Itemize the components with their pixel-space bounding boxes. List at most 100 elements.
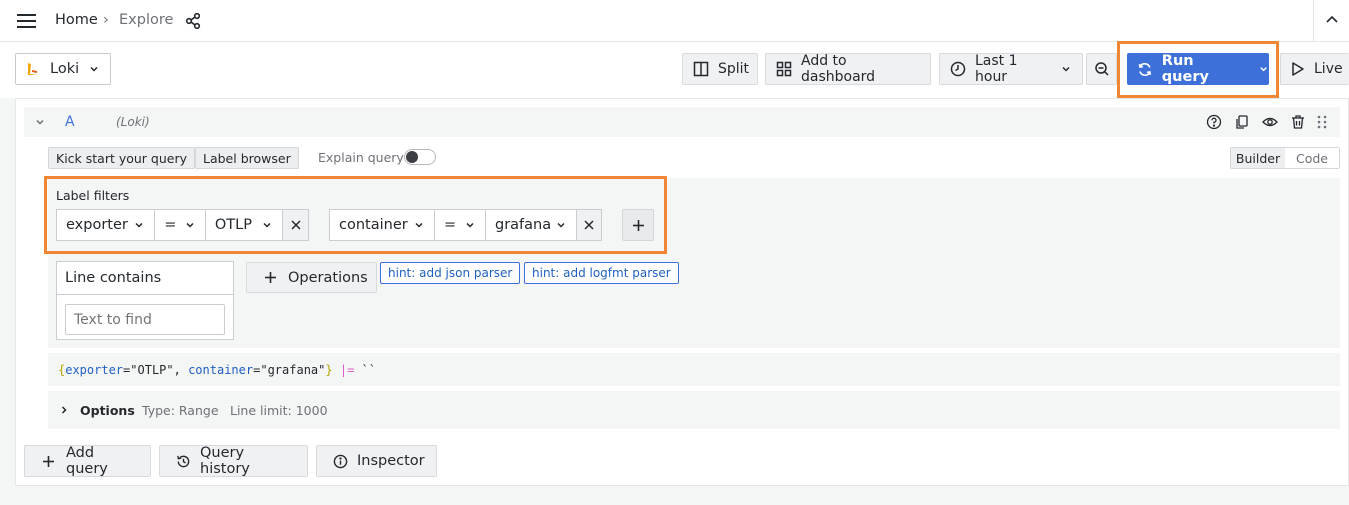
zoom-out-button[interactable] [1086, 53, 1117, 85]
run-query-button[interactable]: Run query [1127, 53, 1269, 85]
query-preview: {exporter="OTLP", container="grafana"} |… [48, 353, 1340, 386]
drag-handle-icon[interactable] [1316, 114, 1328, 130]
split-icon [693, 61, 709, 77]
code-brace: } [325, 363, 333, 377]
query-ref-id[interactable]: A [65, 114, 75, 130]
filter-operator-value: = [444, 217, 457, 233]
chevron-down-icon [186, 222, 194, 228]
code-label-key: exporter [65, 363, 124, 377]
query-row-header [24, 107, 1340, 137]
breadcrumb-home[interactable]: Home [55, 12, 98, 28]
collapse-topbar-button[interactable] [1313, 0, 1349, 42]
filter-label-select[interactable]: container [330, 210, 435, 240]
options-label[interactable]: Options [80, 403, 135, 418]
explain-query-toggle[interactable] [404, 149, 436, 165]
breadcrumb-separator: › [103, 12, 109, 28]
live-label: Live [1314, 61, 1343, 77]
query-history-label: Query history [200, 445, 250, 477]
run-query-label: Run query [1161, 53, 1209, 85]
filter-operator-value: = [164, 217, 177, 233]
operations-button[interactable]: Operations [246, 262, 377, 293]
chevron-down-icon[interactable] [34, 116, 46, 128]
share-icon[interactable] [184, 12, 202, 30]
filter-value-select[interactable]: OTLP [206, 210, 284, 240]
code-pipe: |= [339, 363, 355, 377]
editor-mode-switch: Builder Code [1230, 147, 1340, 169]
chevron-down-icon [557, 222, 565, 228]
loki-logo-icon [28, 63, 38, 75]
operations-label: Operations [288, 269, 368, 286]
code-string: `` [361, 363, 376, 377]
datasource-picker[interactable]: Loki [15, 53, 111, 85]
add-label-filter-button[interactable] [622, 209, 654, 241]
mode-code[interactable]: Code [1285, 148, 1339, 168]
code-label-value: "grafana" [260, 363, 326, 377]
code-separator: , [173, 363, 189, 377]
code-label-key: container [188, 363, 254, 377]
question-circle-icon[interactable] [1206, 114, 1222, 130]
mode-builder[interactable]: Builder [1231, 148, 1285, 168]
plus-icon [632, 219, 644, 231]
filter-label-select[interactable]: exporter [57, 210, 156, 240]
add-to-dashboard-button[interactable]: Add to dashboard [765, 53, 931, 85]
filter-label-value: exporter [66, 217, 128, 233]
label-filters-title: Label filters [56, 188, 130, 203]
options-type: Type: Range [142, 403, 219, 418]
add-query-label: Add query [66, 445, 108, 477]
filter-operator-select[interactable]: = [435, 210, 486, 240]
time-range-picker[interactable]: Last 1 hour [939, 53, 1083, 85]
close-icon [584, 220, 594, 230]
text-to-find-input[interactable] [65, 304, 225, 335]
options-line-limit: Line limit: 1000 [230, 403, 328, 418]
menu-icon[interactable] [16, 11, 38, 31]
hint-logfmt-parser[interactable]: hint: add logfmt parser [524, 262, 679, 284]
plus-icon [265, 272, 276, 283]
remove-filter-button[interactable] [283, 210, 308, 240]
copy-icon[interactable] [1234, 114, 1250, 130]
kick-start-button[interactable]: Kick start your query [48, 147, 196, 169]
live-button[interactable]: Live [1280, 53, 1349, 85]
remove-filter-button[interactable] [577, 210, 601, 240]
filter-value-text: grafana [495, 217, 552, 233]
chevron-down-icon[interactable] [1258, 63, 1269, 75]
chevron-down-icon [415, 222, 423, 228]
chevron-down-icon [466, 222, 474, 228]
label-browser-button[interactable]: Label browser [195, 147, 299, 169]
line-contains-operation: Line contains [56, 261, 234, 340]
query-datasource-hint: (Loki) [116, 115, 150, 129]
eye-icon[interactable] [1262, 114, 1278, 130]
split-label: Split [718, 61, 750, 77]
add-query-button[interactable]: Add query [24, 445, 151, 477]
filter-operator-select[interactable]: = [155, 210, 206, 240]
chevron-down-icon [135, 222, 143, 228]
filter-value-select[interactable]: grafana [486, 210, 577, 240]
inspector-button[interactable]: Inspector [316, 445, 437, 477]
chevron-down-icon [90, 66, 98, 72]
hint-json-parser[interactable]: hint: add json parser [380, 262, 521, 284]
trash-icon[interactable] [1290, 114, 1306, 130]
apps-icon [776, 61, 792, 77]
sync-icon [1138, 62, 1152, 76]
filter-value-text: OTLP [214, 217, 252, 233]
chevron-right-icon[interactable] [58, 404, 70, 416]
add-to-dashboard-label: Add to dashboard [801, 53, 876, 85]
query-history-button[interactable]: Query history [159, 445, 308, 477]
info-circle-icon [333, 454, 348, 468]
explain-query-label: Explain query [318, 150, 404, 165]
history-icon [177, 455, 190, 467]
chevron-up-icon [1325, 15, 1338, 23]
toggle-knob [406, 151, 418, 163]
zoom-out-icon [1095, 62, 1109, 76]
code-label-value: "OTLP" [130, 363, 174, 377]
time-range-label: Last 1 hour [975, 53, 1018, 85]
top-bar [0, 0, 1349, 42]
play-icon [1292, 62, 1304, 76]
label-filter-1: exporter = OTLP [56, 209, 309, 241]
breadcrumb-current: Explore [119, 12, 174, 28]
datasource-name: Loki [50, 61, 80, 77]
chevron-down-icon [1062, 66, 1070, 72]
close-icon [291, 220, 301, 230]
clock-icon [950, 61, 966, 77]
split-button[interactable]: Split [682, 53, 758, 85]
filter-label-value: container [339, 217, 408, 233]
